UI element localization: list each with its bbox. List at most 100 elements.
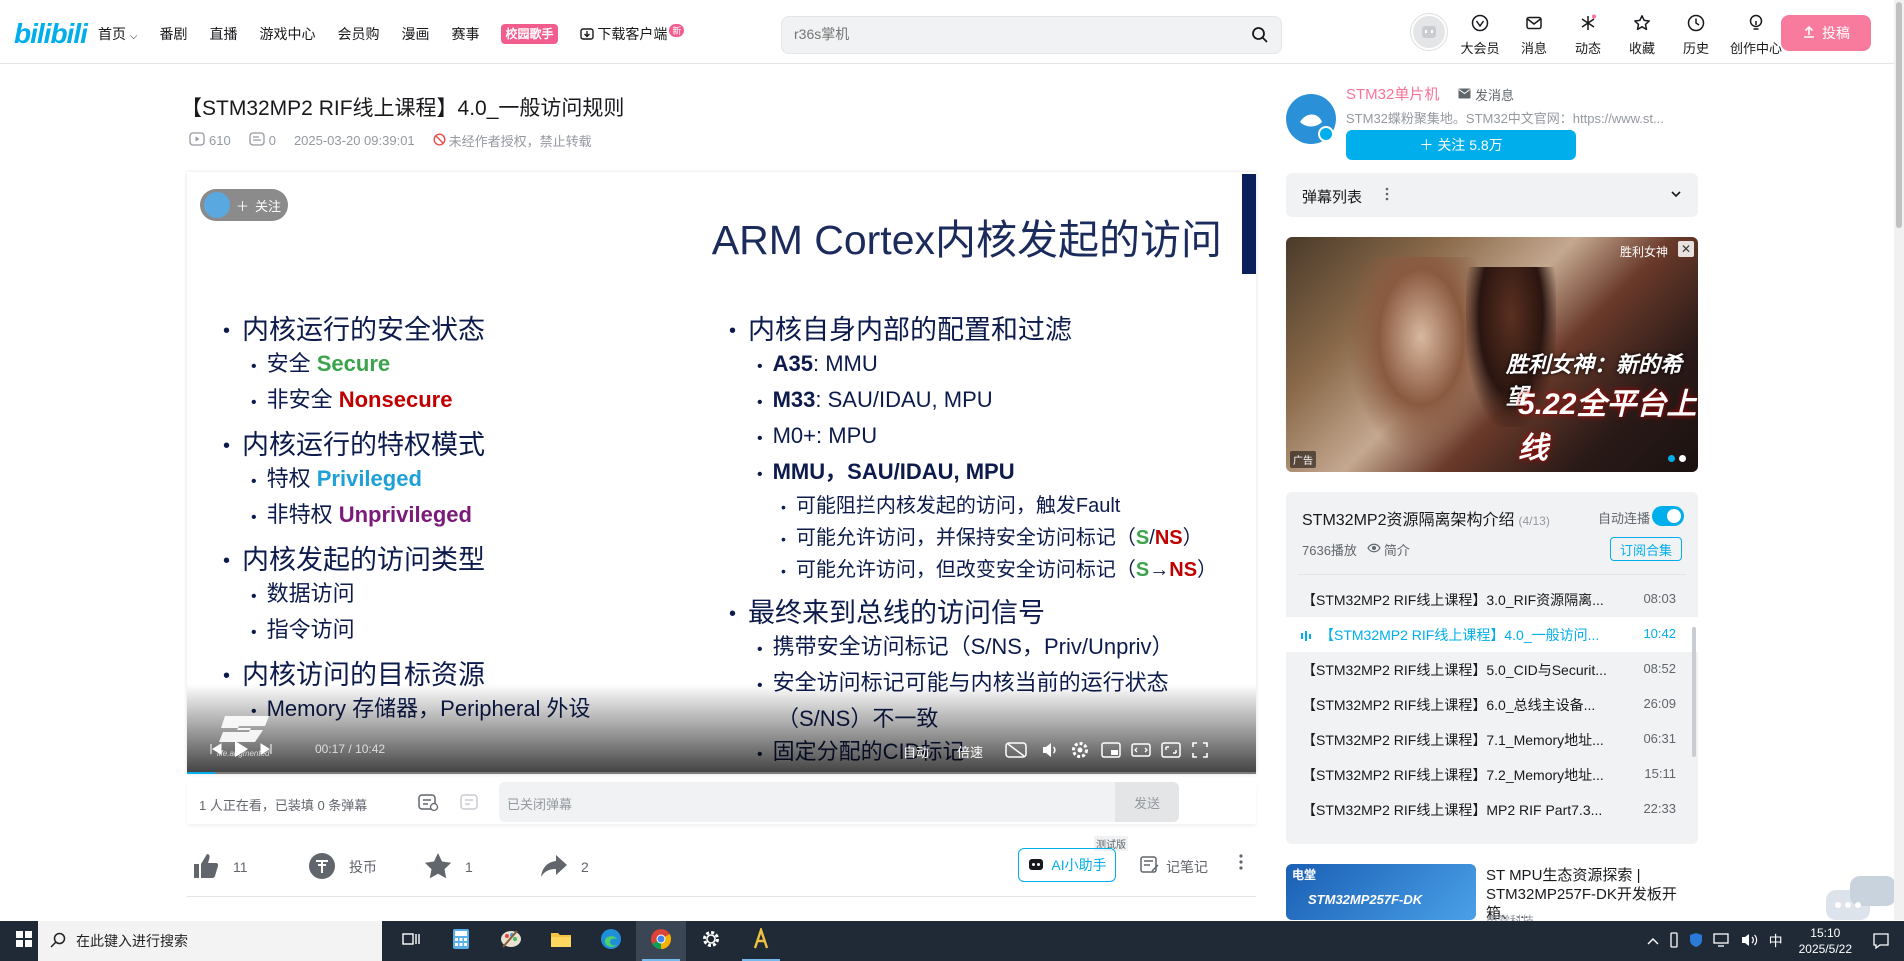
uploader-avatar[interactable] — [1286, 94, 1336, 144]
header-messages[interactable]: 消息 — [1514, 14, 1554, 57]
usb-icon[interactable] — [1669, 931, 1679, 951]
chat-bubble-icon[interactable] — [1826, 876, 1898, 925]
coin-button[interactable]: 投币 — [307, 851, 423, 884]
playlist-item[interactable]: 【STM32MP2 RIF线上课程】4.0_一般访问... 10:42 — [1286, 617, 1698, 652]
ad-dot[interactable] — [1679, 455, 1686, 462]
nav-esports[interactable]: 赛事 — [451, 24, 479, 44]
playlist-item-duration: 10:42 — [1643, 626, 1676, 641]
slide-bullet-l1: 最终来到总线的访问信号 — [748, 591, 1233, 630]
app-a-icon — [752, 925, 770, 955]
calculator-icon — [452, 928, 470, 955]
pip-icon[interactable] — [1101, 741, 1121, 762]
progress-fill — [187, 772, 215, 774]
speaker-icon[interactable] — [1741, 932, 1759, 951]
notification-icon[interactable] — [1872, 932, 1890, 955]
progress-bar[interactable] — [187, 772, 1256, 774]
playlist-title[interactable]: STM32MP2资源隔离架构介绍 (4/13) — [1302, 506, 1550, 530]
ad-dot[interactable] — [1668, 455, 1675, 462]
next-icon[interactable] — [259, 742, 273, 759]
overlay-follow-button[interactable]: ＋关注 — [200, 189, 288, 221]
header-dynamic[interactable]: 动态 — [1568, 14, 1608, 57]
header-vip[interactable]: 大会员 — [1460, 14, 1500, 57]
widescreen-icon[interactable] — [1131, 741, 1151, 762]
play-icon[interactable] — [233, 740, 249, 761]
ime-indicator[interactable]: 中 — [1769, 931, 1783, 951]
playlist-item[interactable]: 【STM32MP2 RIF线上课程】MP2 RIF Part7.3... 22:3… — [1286, 792, 1698, 827]
search-input[interactable] — [794, 26, 1234, 42]
playlist-item[interactable]: 【STM32MP2 RIF线上课程】3.0_RIF资源隔离... 08:03 — [1286, 582, 1698, 617]
search-icon[interactable] — [1251, 26, 1269, 49]
prev-icon[interactable] — [209, 742, 223, 759]
playlist-scrollbar[interactable] — [1692, 627, 1696, 757]
recommended-video[interactable]: 电堂 STM32MP257F-DK ST MPU生态资源探索 | STM32MP… — [1286, 864, 1698, 928]
send-message-link[interactable]: 发消息 — [1458, 85, 1514, 104]
nav-download-client[interactable]: 下载客户端新 — [579, 24, 685, 44]
playlist-intro[interactable]: 简介 — [1367, 540, 1410, 559]
quality-button[interactable]: 自动 — [903, 742, 929, 761]
danmaku-list-header[interactable]: 弹幕列表 — [1286, 173, 1698, 217]
nav-live[interactable]: 直播 — [209, 24, 237, 44]
follow-uploader-button[interactable]: ＋ 关注 5.8万 — [1346, 130, 1576, 160]
nav-game-center[interactable]: 游戏中心 — [259, 24, 315, 44]
nav-home[interactable]: 首页 ⌵ — [98, 24, 137, 44]
more-dots-icon[interactable] — [1384, 185, 1390, 207]
playlist-item[interactable]: 【STM32MP2 RIF线上课程】7.2_Memory地址... 15:11 — [1286, 757, 1698, 792]
video-player[interactable]: ARM Cortex内核发起的访问 内核运行的安全状态安全 Secure非安全 … — [187, 172, 1256, 774]
take-notes-button[interactable]: 记笔记 — [1140, 856, 1208, 877]
ai-assistant-button[interactable]: AI小助手 — [1018, 848, 1116, 882]
user-avatar[interactable] — [1411, 14, 1447, 50]
bilibili-logo[interactable]: bilibili — [14, 18, 88, 50]
favorite-button[interactable]: 1 — [423, 851, 539, 884]
playlist-item[interactable]: 【STM32MP2 RIF线上课程】6.0_总线主设备... 26:09 — [1286, 687, 1698, 722]
nav-anime[interactable]: 番剧 — [159, 24, 187, 44]
pinned-app[interactable] — [736, 921, 786, 961]
autoplay-toggle[interactable] — [1652, 506, 1684, 526]
chevron-up-icon[interactable] — [1647, 934, 1659, 949]
speed-button[interactable]: 倍速 — [957, 742, 983, 761]
calculator-app[interactable] — [436, 921, 486, 961]
bullet-text: M0+: MPU — [772, 423, 878, 448]
chrome-icon — [650, 928, 672, 955]
subtitle-off-icon[interactable] — [1005, 741, 1027, 762]
paint-app[interactable] — [486, 921, 536, 961]
header-creator-center[interactable]: 创作中心 — [1730, 14, 1782, 57]
file-explorer-app[interactable] — [536, 921, 586, 961]
scrollbar-thumb[interactable] — [1896, 2, 1902, 228]
ad-banner[interactable]: 胜利女神 ✕ 胜利女神：新的希望 5.22全平台上线 广告 — [1286, 237, 1698, 472]
fullscreen-icon[interactable] — [1191, 741, 1209, 762]
taskbar-search[interactable]: 在此键入进行搜索 — [38, 921, 382, 961]
ad-close-icon[interactable]: ✕ — [1678, 241, 1694, 257]
nav-manga[interactable]: 漫画 — [401, 24, 429, 44]
page-scrollbar[interactable] — [1894, 0, 1904, 920]
web-fullscreen-icon[interactable] — [1161, 741, 1181, 762]
slide-accent-bar — [1242, 174, 1256, 274]
settings-icon[interactable] — [1071, 741, 1089, 762]
slide-bullet-l1: 内核发起的访问类型 — [242, 538, 687, 577]
chrome-app[interactable] — [636, 921, 686, 961]
uploader-name[interactable]: STM32单片机 — [1346, 83, 1439, 104]
chevron-down-icon[interactable] — [1670, 187, 1682, 204]
danmaku-input[interactable]: 已关闭弹幕 发送 — [499, 782, 1179, 822]
share-button[interactable]: 2 — [539, 851, 655, 884]
settings-app[interactable] — [686, 921, 736, 961]
recommended-thumbnail[interactable]: 电堂 STM32MP257F-DK — [1286, 864, 1476, 920]
more-options-icon[interactable] — [1238, 852, 1244, 877]
send-danmaku-button[interactable]: 发送 — [1115, 782, 1179, 822]
clock[interactable]: 15:10 2025/5/22 — [1799, 925, 1852, 957]
volume-icon[interactable] — [1041, 741, 1059, 762]
subscribe-collection-button[interactable]: 订阅合集 — [1610, 537, 1682, 561]
nav-mall[interactable]: 会员购 — [337, 24, 379, 44]
network-icon[interactable] — [1712, 932, 1731, 950]
header-favorites[interactable]: 收藏 — [1622, 14, 1662, 57]
danmaku-toggle-icon[interactable] — [417, 792, 439, 815]
edge-app[interactable] — [586, 921, 636, 961]
danmaku-settings-icon[interactable] — [459, 792, 481, 815]
nav-campus-singer[interactable]: 校园歌手 — [501, 24, 558, 44]
defender-icon[interactable] — [1689, 932, 1703, 951]
task-view-button[interactable] — [386, 921, 436, 961]
playlist-item[interactable]: 【STM32MP2 RIF线上课程】5.0_CID与Securit... 08:5… — [1286, 652, 1698, 687]
playlist-item[interactable]: 【STM32MP2 RIF线上课程】7.1_Memory地址... 06:31 — [1286, 722, 1698, 757]
like-button[interactable]: 11 — [191, 851, 307, 884]
header-history[interactable]: 历史 — [1676, 14, 1716, 57]
upload-button[interactable]: 投稿 — [1781, 15, 1871, 51]
